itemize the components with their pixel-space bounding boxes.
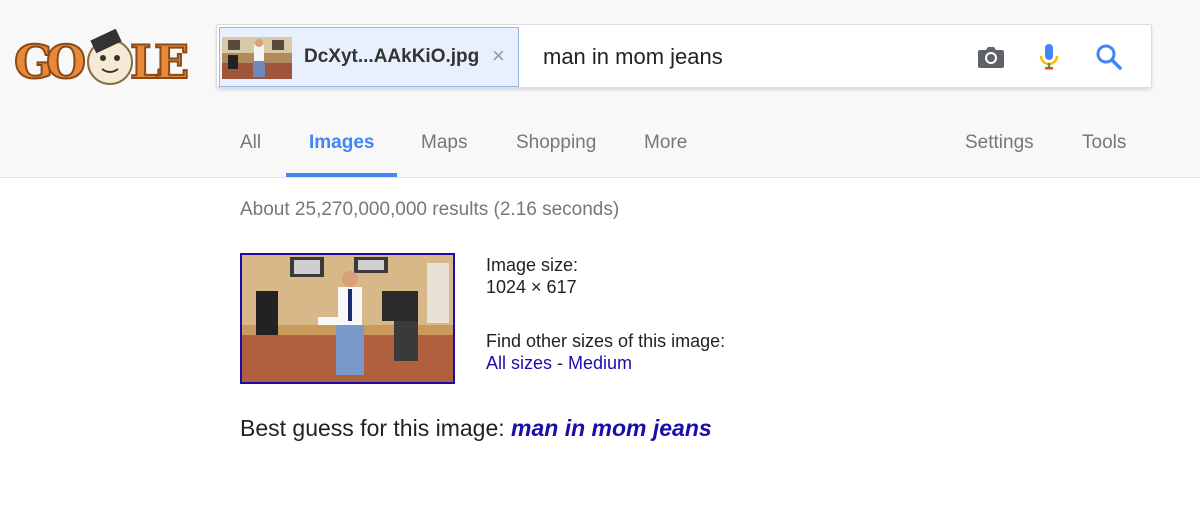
tab-maps[interactable]: Maps: [421, 132, 467, 154]
svg-text:E: E: [154, 35, 189, 89]
best-guess-label: Best guess for this image:: [240, 415, 512, 441]
search-icon[interactable]: [1093, 41, 1125, 73]
tab-more[interactable]: More: [644, 132, 687, 154]
remove-image-icon[interactable]: ×: [492, 44, 505, 68]
doodle-logo[interactable]: G O L E: [12, 22, 192, 92]
image-filename: DcXyt...AAkKiO.jpg: [304, 46, 480, 67]
image-size-label: Image size:: [486, 255, 579, 275]
all-sizes-link[interactable]: All sizes: [486, 353, 552, 373]
link-separator: -: [552, 353, 569, 373]
best-guess-link[interactable]: man in mom jeans: [511, 415, 712, 441]
microphone-icon[interactable]: [1033, 41, 1065, 73]
camera-icon[interactable]: [975, 41, 1007, 73]
tab-all[interactable]: All: [240, 132, 261, 154]
settings-link[interactable]: Settings: [965, 132, 1034, 154]
image-chip[interactable]: DcXyt...AAkKiO.jpg ×: [219, 27, 519, 87]
active-tab-indicator: [286, 173, 397, 177]
medium-size-link[interactable]: Medium: [568, 353, 632, 373]
size-links: All sizes - Medium: [486, 353, 632, 374]
tab-shopping[interactable]: Shopping: [516, 132, 596, 154]
image-size-value: 1024 × 617: [486, 277, 577, 297]
result-image-thumbnail[interactable]: [240, 253, 455, 384]
search-input[interactable]: man in mom jeans: [543, 44, 723, 70]
best-guess: Best guess for this image: man in mom je…: [240, 415, 712, 442]
svg-text:O: O: [46, 35, 86, 89]
tools-link[interactable]: Tools: [1082, 132, 1126, 154]
uploaded-image-thumbnail: [222, 37, 292, 79]
tab-images[interactable]: Images: [309, 132, 374, 154]
header-bar: G O L E DcXyt...AAkKiO.jpg × man in mom …: [0, 0, 1200, 178]
find-other-sizes-label: Find other sizes of this image:: [486, 331, 726, 351]
search-box[interactable]: DcXyt...AAkKiO.jpg × man in mom jeans: [216, 24, 1152, 88]
result-stats: About 25,270,000,000 results (2.16 secon…: [240, 199, 620, 220]
